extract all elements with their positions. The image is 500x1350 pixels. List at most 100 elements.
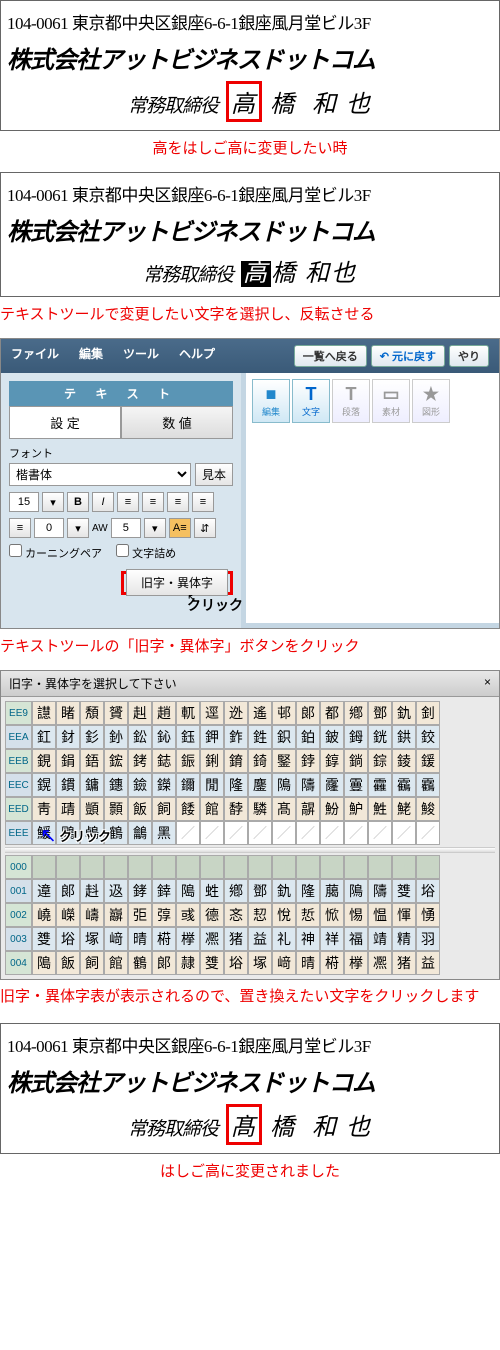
glyph-cell[interactable]: 鐱: [128, 773, 152, 797]
glyph-cell[interactable]: ／: [224, 821, 248, 845]
glyph-cell[interactable]: 迯: [224, 701, 248, 725]
glyph-cell[interactable]: 黑: [152, 821, 176, 845]
glyph-cell[interactable]: 﨑: [104, 927, 128, 951]
glyph-cell[interactable]: 隆: [296, 879, 320, 903]
glyph-cell[interactable]: ／: [296, 821, 320, 845]
glyph-cell[interactable]: 悅: [272, 903, 296, 927]
glyph-cell[interactable]: 館: [200, 797, 224, 821]
redo-button[interactable]: やり: [449, 345, 489, 367]
italic-button[interactable]: I: [92, 492, 114, 512]
menu-tool[interactable]: ツール: [123, 345, 159, 367]
glyph-cell[interactable]: 霳: [320, 773, 344, 797]
glyph-cell[interactable]: 鶴: [128, 951, 152, 975]
glyph-cell[interactable]: 﨑: [272, 951, 296, 975]
glyph-cell[interactable]: 靖: [368, 927, 392, 951]
bold-button[interactable]: B: [67, 492, 89, 512]
glyph-cell[interactable]: 鑈: [176, 773, 200, 797]
glyph-cell[interactable]: 弡: [128, 903, 152, 927]
glyph-cell[interactable]: 鋓: [200, 749, 224, 773]
aw-stepper[interactable]: ▾: [144, 518, 166, 538]
glyph-cell[interactable]: 郞: [152, 951, 176, 975]
align-justify-icon[interactable]: ≡: [192, 492, 214, 512]
glyph-cell[interactable]: 釥: [104, 725, 128, 749]
glyph-cell[interactable]: 猪: [392, 951, 416, 975]
undo-button[interactable]: ↶元に戻す: [371, 345, 445, 367]
glyph-cell[interactable]: 譿: [32, 701, 56, 725]
packing-check[interactable]: 文字詰め: [116, 544, 176, 561]
glyph-cell[interactable]: 鮱: [392, 797, 416, 821]
glyph-cell[interactable]: 巐: [104, 903, 128, 927]
glyph-cell[interactable]: [104, 855, 128, 879]
glyph-cell[interactable]: [248, 855, 272, 879]
glyph-cell[interactable]: 凞: [368, 951, 392, 975]
glyph-cell[interactable]: 銧: [368, 725, 392, 749]
align-left-icon[interactable]: ≡: [117, 492, 139, 512]
glyph-cell[interactable]: [368, 855, 392, 879]
tab-values[interactable]: 数 値: [121, 406, 233, 439]
glyph-cell[interactable]: 遧: [32, 879, 56, 903]
format-icon[interactable]: A≡: [169, 518, 191, 538]
back-button[interactable]: 一覧へ戻る: [294, 345, 367, 367]
glyph-cell[interactable]: 贇: [104, 701, 128, 725]
spacing-icon[interactable]: ⇵: [194, 518, 216, 538]
glyph-cell[interactable]: 羽: [416, 927, 440, 951]
tool-shape[interactable]: ★図形: [412, 379, 450, 423]
glyph-cell[interactable]: 鎤: [32, 773, 56, 797]
glyph-cell[interactable]: 忞: [224, 903, 248, 927]
glyph-cell[interactable]: [56, 855, 80, 879]
glyph-cell[interactable]: 鉎: [248, 725, 272, 749]
glyph-cell[interactable]: 銬: [128, 749, 152, 773]
glyph-cell[interactable]: 嶹: [80, 903, 104, 927]
glyph-cell[interactable]: ／: [320, 821, 344, 845]
glyph-cell[interactable]: 祥: [320, 927, 344, 951]
glyph-cell[interactable]: 隝: [344, 879, 368, 903]
glyph-cell[interactable]: 﨧: [128, 879, 152, 903]
glyph-cell[interactable]: 鏞: [80, 773, 104, 797]
glyph-cell[interactable]: 鋕: [152, 749, 176, 773]
glyph-cell[interactable]: 髙: [272, 797, 296, 821]
glyph-cell[interactable]: 靏: [416, 773, 440, 797]
glyph-cell[interactable]: 鋗: [56, 749, 80, 773]
glyph-cell[interactable]: 釮: [56, 725, 80, 749]
glyph-cell[interactable]: 錝: [368, 749, 392, 773]
glyph-cell[interactable]: 鍰: [416, 749, 440, 773]
glyph-cell[interactable]: 驎: [248, 797, 272, 821]
glyph-cell[interactable]: 愑: [416, 903, 440, 927]
glyph-cell[interactable]: 﨨: [152, 879, 176, 903]
glyph-cell[interactable]: 﨎: [200, 951, 224, 975]
glyph-cell[interactable]: 鋠: [176, 749, 200, 773]
glyph-cell[interactable]: 鏆: [56, 773, 80, 797]
glyph-cell[interactable]: 隝: [272, 773, 296, 797]
glyph-cell[interactable]: 顗: [80, 797, 104, 821]
glyph-cell[interactable]: 﨡: [200, 879, 224, 903]
glyph-cell[interactable]: 遙: [248, 701, 272, 725]
glyph-cell[interactable]: 飯: [56, 951, 80, 975]
glyph-cell[interactable]: 鋿: [344, 749, 368, 773]
glyph-cell[interactable]: 鋙: [80, 749, 104, 773]
glyph-cell[interactable]: 惕: [344, 903, 368, 927]
glyph-cell[interactable]: 靃: [368, 773, 392, 797]
tool-paragraph[interactable]: T段落: [332, 379, 370, 423]
glyph-cell[interactable]: 郞: [296, 701, 320, 725]
glyph-cell[interactable]: 神: [296, 927, 320, 951]
glyph-cell[interactable]: ／: [176, 821, 200, 845]
glyph-cell[interactable]: 飯: [128, 797, 152, 821]
glyph-cell[interactable]: 鏖: [248, 773, 272, 797]
glyph-cell[interactable]: 﨓: [152, 927, 176, 951]
glyph-cell[interactable]: 鋍: [296, 749, 320, 773]
glyph-cell[interactable]: ／: [392, 821, 416, 845]
glyph-cell[interactable]: 福: [344, 927, 368, 951]
glyph-cell[interactable]: 﨏: [416, 879, 440, 903]
glyph-cell[interactable]: 閒: [200, 773, 224, 797]
kerning-check[interactable]: カーニングペア: [9, 544, 102, 561]
glyph-cell[interactable]: 釚: [272, 879, 296, 903]
align-right-icon[interactable]: ≡: [167, 492, 189, 512]
glyph-cell[interactable]: 釚: [392, 701, 416, 725]
glyph-cell[interactable]: 塚: [248, 951, 272, 975]
glyph-cell[interactable]: 礼: [272, 927, 296, 951]
glyph-cell[interactable]: 嶢: [32, 903, 56, 927]
glyph-cell[interactable]: 顥: [104, 797, 128, 821]
glyph-cell[interactable]: 嶸: [56, 903, 80, 927]
glyph-cell[interactable]: [416, 855, 440, 879]
glyph-cell[interactable]: 錞: [320, 749, 344, 773]
